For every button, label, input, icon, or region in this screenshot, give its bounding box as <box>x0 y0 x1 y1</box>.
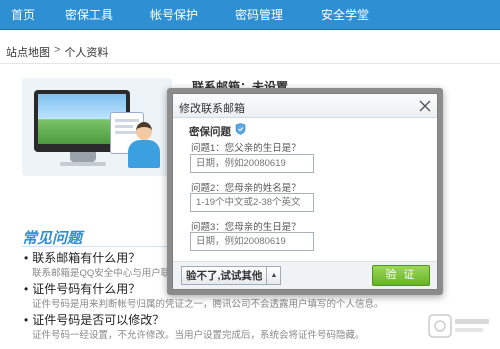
faq-answer: 联系邮箱是QQ安全中心与用户联系的 <box>32 268 190 279</box>
faq-question[interactable]: • 证件号码有什么用？ <box>24 280 140 297</box>
nav-item-security-tools[interactable]: 密保工具 <box>46 0 132 30</box>
caret-up-icon[interactable]: ▲ <box>266 267 280 284</box>
faq-question[interactable]: • 证件号码是否可以修改？ <box>24 311 164 328</box>
faq-answer: 证件号码一经设置，不允许修改。当用户设置完成后，系统会将证件号码隐藏。 <box>32 330 365 341</box>
nav-item-password-management[interactable]: 密码管理 <box>216 0 302 30</box>
profile-illustration <box>22 78 172 176</box>
faq-question[interactable]: • 联系邮箱有什么用？ <box>24 249 140 266</box>
shield-icon <box>235 123 246 135</box>
breadcrumb-separator: > <box>54 44 61 56</box>
try-other-method-label: 验不了,试试其他 <box>186 270 263 282</box>
breadcrumb: 站点地图 > 个人资料 <box>6 44 108 60</box>
dialog-header: 修改联系邮箱 <box>173 94 437 118</box>
divider <box>0 63 500 64</box>
top-nav: 首页 密保工具 帐号保护 密码管理 安全学堂 <box>0 0 500 30</box>
nav-item-account-protection[interactable]: 帐号保护 <box>132 0 216 30</box>
divider <box>22 246 170 247</box>
breadcrumb-sitemap-link[interactable]: 站点地图 <box>6 44 50 60</box>
question-3-input[interactable] <box>190 232 314 251</box>
nav-item-home[interactable]: 首页 <box>0 0 46 30</box>
question-2-label: 问题2：您母亲的姓名是？ <box>191 183 301 194</box>
close-icon[interactable] <box>417 98 433 114</box>
question-1-input[interactable] <box>190 154 314 173</box>
verify-button[interactable]: 验 证 <box>372 265 430 286</box>
breadcrumb-current: 个人资料 <box>64 47 109 59</box>
section-title: 密保问题 <box>189 126 231 138</box>
dialog-footer: 验不了,试试其他 ▲ 验 证 <box>173 261 437 289</box>
edit-email-dialog: 修改联系邮箱 密保问题 问题1：您父亲的生日是？ 问题2：您母亲的姓名是？ 问题… <box>167 88 443 295</box>
question-1-label: 问题1：您父亲的生日是？ <box>191 143 301 154</box>
dialog-title: 修改联系邮箱 <box>179 103 245 115</box>
question-2-input[interactable] <box>190 193 314 212</box>
faq-answer: 证件号码是用来判断帐号归属的凭证之一，腾讯公司不会透露用户填写的个人信息。 <box>32 299 384 310</box>
watermark-logo-icon <box>428 314 489 338</box>
nav-item-security-school[interactable]: 安全学堂 <box>302 0 388 30</box>
question-3-label: 问题3：您母亲的生日是？ <box>191 222 301 233</box>
try-other-method-button[interactable]: 验不了,试试其他 ▲ <box>181 266 282 285</box>
faq-title: 常见问题 <box>22 230 83 247</box>
person-icon <box>126 122 162 168</box>
